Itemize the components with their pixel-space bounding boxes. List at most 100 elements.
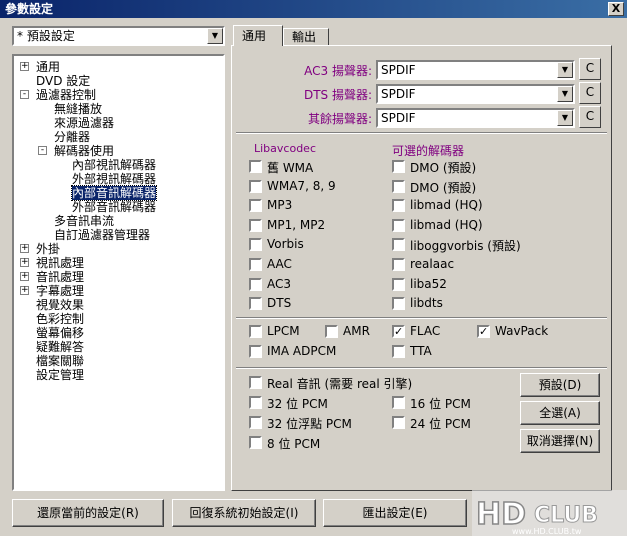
tree-item[interactable]: 音訊處理 bbox=[36, 270, 84, 284]
tree-expander-icon[interactable]: + bbox=[20, 244, 29, 253]
tree-item[interactable]: 內部視訊解碼器 bbox=[72, 158, 156, 172]
export-settings-label: 匯出設定(E) bbox=[362, 506, 428, 520]
tree-item[interactable]: 內部音訊解碼器 bbox=[70, 185, 158, 201]
alt-decoder-item-checkbox[interactable] bbox=[392, 218, 405, 232]
libavcodec-item-label: 舊 WMA bbox=[267, 161, 314, 175]
speaker-label: 其餘揚聲器: bbox=[307, 112, 372, 126]
alt-decoder-item-checkbox[interactable] bbox=[392, 199, 405, 213]
speaker-select[interactable]: SPDIF ▼ bbox=[376, 60, 575, 80]
pcm-option-checkbox[interactable] bbox=[392, 396, 405, 409]
dropdown-arrow-icon[interactable]: ▼ bbox=[207, 28, 223, 44]
restore-current-button[interactable]: 還原當前的設定(R) bbox=[12, 499, 164, 527]
alt-decoder-item-label: DMO (預設) bbox=[410, 180, 477, 195]
close-button[interactable]: X bbox=[608, 2, 624, 16]
preset-select[interactable]: * 預設設定 ▼ bbox=[12, 26, 225, 46]
tree-item[interactable]: 螢幕偏移 bbox=[36, 326, 84, 340]
libavcodec-item-label: AAC bbox=[267, 257, 292, 271]
tree-item[interactable]: 字幕處理 bbox=[36, 284, 84, 298]
misc-codec-checkbox[interactable] bbox=[325, 325, 338, 338]
libavcodec-item-checkbox[interactable] bbox=[249, 179, 262, 193]
libavcodec-item-label: DTS bbox=[267, 296, 292, 311]
libavcodec-item-checkbox[interactable] bbox=[249, 277, 262, 291]
dropdown-arrow-icon[interactable]: ▼ bbox=[557, 62, 573, 78]
misc-codec-label: IMA ADPCM bbox=[267, 344, 337, 358]
tree-item[interactable]: 色彩控制 bbox=[36, 312, 84, 326]
tree-item[interactable]: DVD 設定 bbox=[36, 74, 90, 88]
tree-item[interactable]: 分離器 bbox=[54, 130, 90, 144]
alt-decoder-item-label: libdts bbox=[410, 296, 443, 311]
speaker-config-button[interactable]: C bbox=[579, 106, 601, 128]
speaker-select[interactable]: SPDIF ▼ bbox=[376, 84, 575, 104]
select-all-button[interactable]: 全選(A) bbox=[520, 401, 600, 425]
libavcodec-item-label: WMA7, 8, 9 bbox=[267, 178, 336, 193]
tree-item[interactable]: 過濾器控制 bbox=[36, 88, 96, 102]
pcm-option-label: 16 位 PCM bbox=[410, 397, 471, 411]
libavcodec-item-checkbox[interactable] bbox=[249, 199, 262, 213]
title-bar: 參數設定 X bbox=[0, 0, 627, 18]
pcm-option-checkbox[interactable] bbox=[249, 376, 262, 389]
tree-expander-icon[interactable]: + bbox=[20, 286, 29, 295]
default-button[interactable]: 預設(D) bbox=[520, 373, 600, 397]
pcm-option-checkbox[interactable] bbox=[249, 396, 262, 409]
separator bbox=[236, 317, 607, 319]
alt-decoder-item-checkbox[interactable] bbox=[392, 238, 405, 252]
misc-codec-checkbox[interactable]: ✓ bbox=[392, 325, 405, 338]
tree-item[interactable]: 視訊處理 bbox=[36, 256, 84, 270]
tree-expander-icon[interactable]: - bbox=[20, 90, 29, 99]
tree-expander-icon[interactable]: + bbox=[20, 272, 29, 281]
separator bbox=[236, 367, 607, 369]
tree-item[interactable]: 通用 bbox=[36, 60, 60, 74]
alt-decoder-item-checkbox[interactable] bbox=[392, 258, 405, 271]
tree-item[interactable]: 疑難解答 bbox=[36, 340, 84, 354]
dropdown-arrow-icon[interactable]: ▼ bbox=[557, 110, 573, 126]
libavcodec-item-checkbox[interactable] bbox=[249, 238, 262, 252]
tree-item[interactable]: 外部音訊解碼器 bbox=[72, 200, 156, 214]
libavcodec-item-label: MP1, MP2 bbox=[267, 217, 326, 232]
speaker-value: SPDIF bbox=[381, 111, 416, 125]
tree-item[interactable]: 自訂過濾器管理器 bbox=[54, 228, 150, 242]
speaker-config-button[interactable]: C bbox=[579, 58, 601, 80]
libavcodec-item-checkbox[interactable] bbox=[249, 258, 262, 271]
speaker-select[interactable]: SPDIF ▼ bbox=[376, 108, 575, 128]
tree-item[interactable]: 設定管理 bbox=[36, 368, 84, 382]
export-settings-button[interactable]: 匯出設定(E) bbox=[323, 499, 467, 527]
pcm-option-checkbox[interactable] bbox=[249, 416, 262, 429]
pcm-option-label: Real 音訊 (需要 real 引擎) bbox=[267, 377, 413, 391]
tree-expander-icon[interactable]: - bbox=[38, 146, 47, 155]
tree-item[interactable]: 外部視訊解碼器 bbox=[72, 172, 156, 186]
misc-codec-checkbox[interactable]: ✓ bbox=[477, 325, 490, 338]
libavcodec-item-label: Vorbis bbox=[267, 237, 304, 252]
libavcodec-item-checkbox[interactable] bbox=[249, 160, 262, 173]
reset-defaults-button[interactable]: 回復系統初始設定(I) bbox=[172, 499, 316, 527]
tree-item[interactable]: 解碼器使用 bbox=[54, 144, 114, 158]
misc-codec-label: AMR bbox=[343, 324, 370, 338]
tab-output[interactable]: 輸出 bbox=[283, 28, 329, 46]
misc-codec-checkbox[interactable] bbox=[249, 325, 262, 338]
reset-defaults-label: 回復系統初始設定(I) bbox=[189, 506, 299, 520]
tree-expander-icon[interactable]: + bbox=[20, 258, 29, 267]
pcm-option-label: 8 位 PCM bbox=[267, 437, 321, 451]
tree-item[interactable]: 視覺效果 bbox=[36, 298, 84, 312]
speaker-config-button[interactable]: C bbox=[579, 82, 601, 104]
tree-item[interactable]: 外掛 bbox=[36, 242, 60, 256]
tree-item[interactable]: 無縫播放 bbox=[54, 102, 102, 116]
deselect-button[interactable]: 取消選擇(N) bbox=[520, 429, 600, 453]
alt-decoder-item-checkbox[interactable] bbox=[392, 160, 405, 173]
pcm-option-checkbox[interactable] bbox=[392, 416, 405, 429]
misc-codec-checkbox[interactable] bbox=[392, 345, 405, 358]
misc-codec-checkbox[interactable] bbox=[249, 345, 262, 358]
libavcodec-item-checkbox[interactable] bbox=[249, 297, 262, 311]
alt-decoder-item-checkbox[interactable] bbox=[392, 179, 405, 193]
tree-item[interactable]: 來源過濾器 bbox=[54, 116, 114, 130]
tab-general[interactable]: 通用 bbox=[233, 25, 283, 46]
tree-expander-icon[interactable]: + bbox=[20, 62, 29, 71]
pcm-option-checkbox[interactable] bbox=[249, 436, 262, 449]
speaker-label: AC3 揚聲器: bbox=[304, 64, 372, 78]
alt-decoder-item-checkbox[interactable] bbox=[392, 297, 405, 311]
alt-decoder-item-checkbox[interactable] bbox=[392, 277, 405, 291]
tree-item[interactable]: 多音訊串流 bbox=[54, 214, 114, 228]
dropdown-arrow-icon[interactable]: ▼ bbox=[557, 86, 573, 102]
libavcodec-item-checkbox[interactable] bbox=[249, 218, 262, 232]
tree-item[interactable]: 檔案關聯 bbox=[36, 354, 84, 368]
category-tree[interactable]: + 通用 DVD 設定 - 過濾器控制 無縫播放 來源過濾器 分離器 - 解碼器使用 內部視訊解碼器… bbox=[12, 54, 225, 491]
